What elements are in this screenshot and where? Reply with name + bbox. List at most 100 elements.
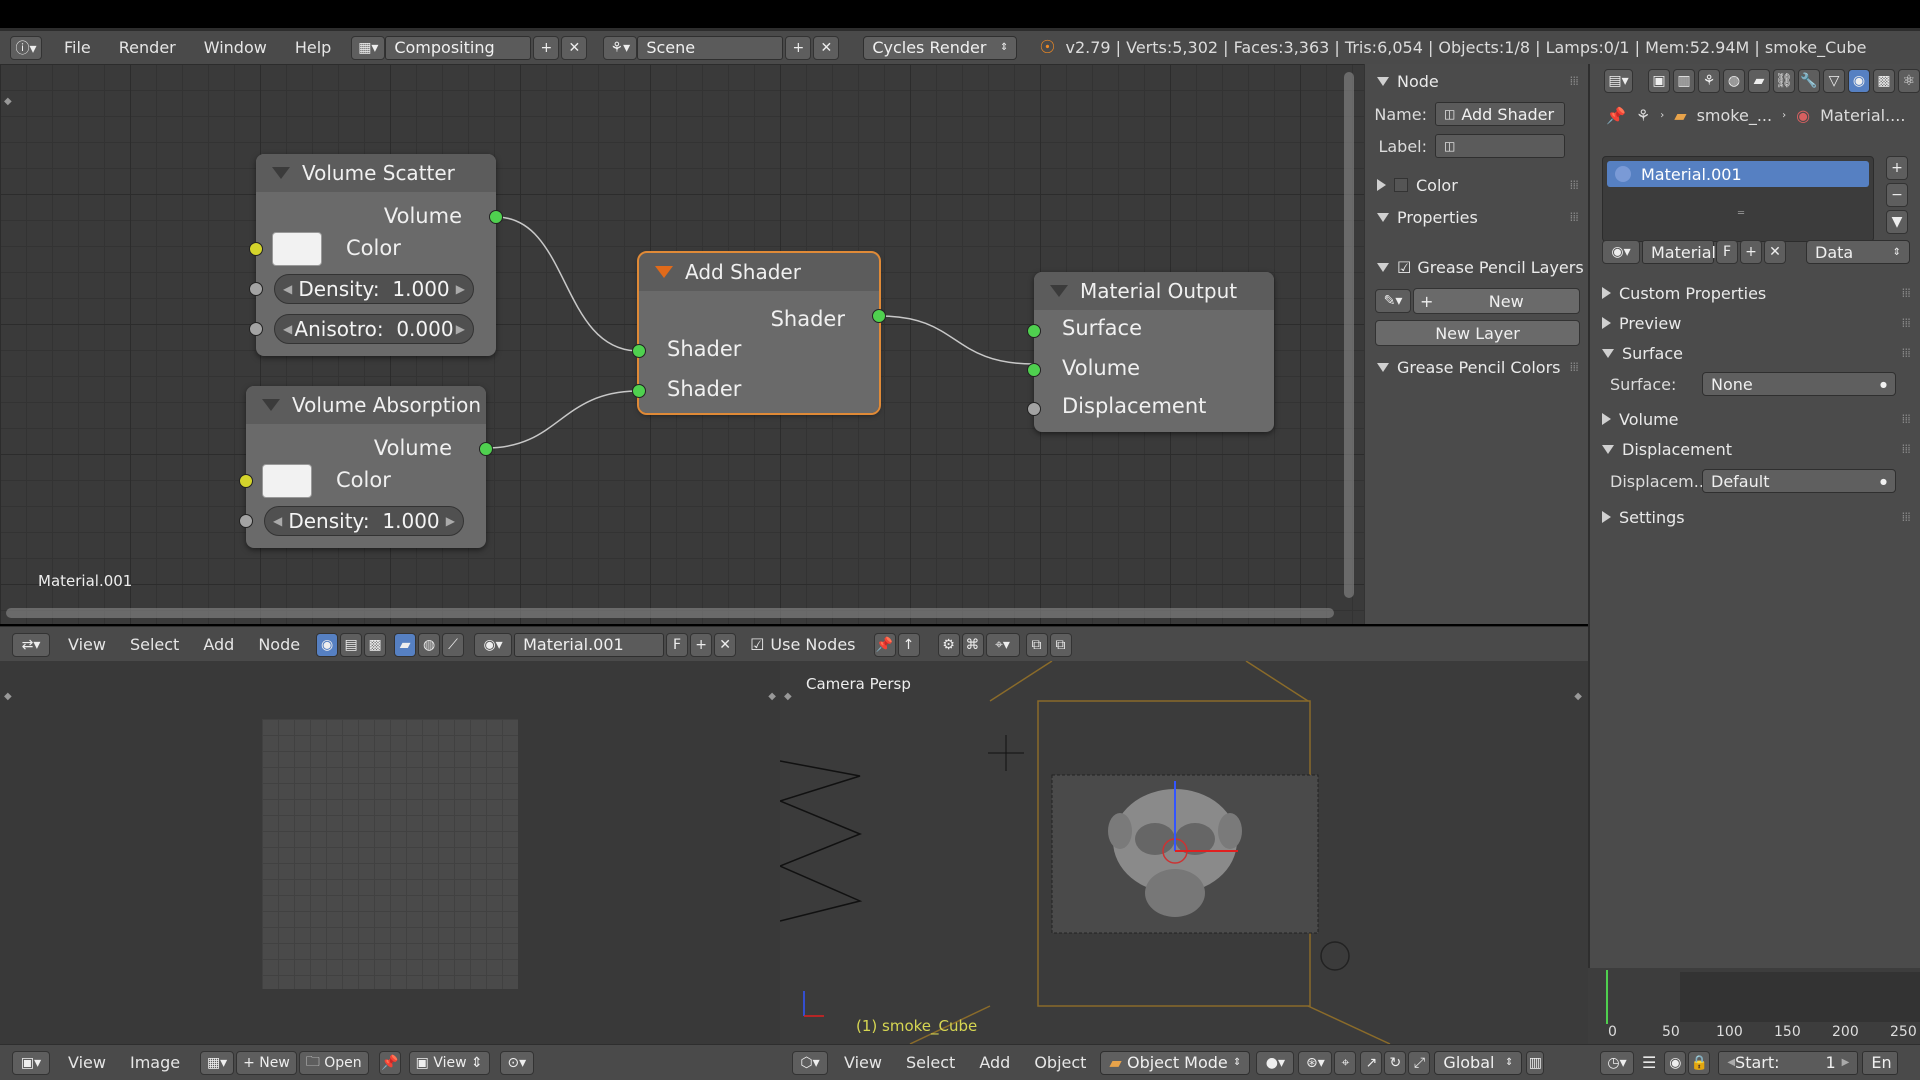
snap-icon[interactable]: ⌖▾ — [985, 632, 1020, 657]
panel-settings[interactable]: Settings ⁞⁞⁞ — [1590, 504, 1920, 530]
panel-grease-colors-header[interactable]: Grease Pencil Colors ⁞⁞⁞ — [1365, 354, 1588, 380]
shading-icon[interactable]: ●▾ — [1256, 1050, 1295, 1075]
corner-widget-icon[interactable]: ◆ — [4, 691, 12, 702]
material-browse-icon[interactable]: ◉▾ — [1602, 240, 1640, 264]
density-slider[interactable]: ◀ Density: 1.000 ▶ — [264, 506, 464, 536]
input-socket-color[interactable] — [249, 242, 263, 256]
horizontal-scrollbar[interactable] — [6, 608, 1334, 618]
panel-displacement[interactable]: Displacement ⁞⁞⁞ — [1590, 436, 1920, 462]
collapse-triangle-icon[interactable] — [1050, 285, 1068, 297]
menu-render[interactable]: Render — [105, 38, 190, 57]
editor-type-icon[interactable]: ⇄▾ — [12, 632, 50, 657]
start-frame-field[interactable]: ◀ Start: 1 ▶ — [1718, 1050, 1859, 1075]
decrement-arrow-icon[interactable]: ◀ — [283, 282, 292, 296]
decrement-arrow-icon[interactable]: ◀ — [1727, 1057, 1735, 1068]
grease-new-button[interactable]: + New — [1413, 288, 1580, 314]
increment-arrow-icon[interactable]: ▶ — [456, 282, 465, 296]
menu-image[interactable]: Image — [118, 1053, 192, 1072]
node-header[interactable]: Material Output — [1034, 272, 1274, 310]
panel-grease-layers-header[interactable]: ☑ Grease Pencil Layers — [1365, 254, 1588, 280]
material-add-icon[interactable]: + — [1740, 240, 1762, 264]
decrement-arrow-icon[interactable]: ◀ — [273, 514, 282, 528]
data-tab-icon[interactable]: ▽ — [1823, 69, 1845, 93]
displacement-dropdown[interactable]: Default ● — [1702, 469, 1896, 493]
editor-type-icon[interactable]: ▤▾ — [1604, 69, 1633, 93]
texture-tab-icon[interactable]: ▩ — [1873, 69, 1895, 93]
world-tab-icon[interactable]: ◍ — [1723, 69, 1745, 93]
material-browse-icon[interactable]: ◉▾ — [474, 632, 513, 657]
end-frame-field[interactable]: En — [1862, 1050, 1899, 1075]
physics-tab-icon[interactable]: ⚛ — [1898, 69, 1920, 93]
material-slots-list[interactable]: Material.001 ═ — [1602, 156, 1874, 242]
input-socket-anisotropy[interactable] — [249, 322, 263, 336]
decrement-arrow-icon[interactable]: ◀ — [283, 322, 292, 336]
object-tab-icon[interactable]: ▰ — [1748, 69, 1770, 93]
editor-type-icon[interactable]: ▣▾ — [12, 1050, 50, 1075]
node-material-output[interactable]: Material Output Surface Volume Displacem… — [1027, 272, 1274, 432]
menu-node[interactable]: Node — [246, 635, 312, 654]
menu-window[interactable]: Window — [190, 38, 281, 57]
collapse-triangle-icon[interactable] — [262, 399, 280, 411]
node-name-field[interactable]: ◫ Add Shader — [1435, 102, 1565, 126]
input-socket-displacement[interactable] — [1027, 402, 1041, 416]
drag-handle-icon[interactable]: ⁞⁞⁞ — [1570, 210, 1580, 224]
menu-object[interactable]: Object — [1022, 1053, 1098, 1072]
pivot-icon[interactable]: ⊙▾ — [499, 1050, 534, 1075]
image-editor[interactable]: ◆ ◆ — [0, 661, 780, 1044]
collapse-triangle-icon[interactable] — [655, 266, 673, 278]
drag-handle-icon[interactable]: ⁞⁞⁞ — [1570, 178, 1580, 192]
menu-view[interactable]: View — [832, 1053, 894, 1072]
breadcrumb-object[interactable]: smoke_... — [1697, 106, 1773, 125]
image-browse-icon[interactable]: ▦▾ — [200, 1050, 235, 1075]
scale-manipulator-icon[interactable]: ⤢ — [1408, 1050, 1431, 1075]
layout-browse-icon[interactable]: ▦▾ — [351, 35, 386, 60]
scene-add-icon[interactable]: + — [785, 35, 812, 60]
drag-handle-icon[interactable]: ⁞⁞⁞ — [1902, 286, 1912, 300]
vertical-scrollbar[interactable] — [1344, 72, 1354, 598]
fake-user-button[interactable]: F — [666, 632, 689, 657]
drag-handle-icon[interactable]: ⁞⁞⁞ — [1902, 346, 1912, 360]
fake-user-button[interactable]: F — [1716, 240, 1738, 264]
input-socket-shader-1[interactable] — [632, 344, 646, 358]
orientation-dropdown[interactable]: Global ⇕ — [1434, 1050, 1523, 1075]
output-socket-shader[interactable] — [872, 309, 886, 323]
collapse-triangle-icon[interactable] — [272, 167, 290, 179]
corner-widget-icon[interactable]: ◆ — [784, 691, 792, 702]
panel-color-header[interactable]: Color ⁞⁞⁞ — [1365, 172, 1588, 198]
link-data-dropdown[interactable]: Data ⇕ — [1806, 240, 1910, 264]
increment-arrow-icon[interactable]: ▶ — [446, 514, 455, 528]
slot-specials-icon[interactable]: ▼ — [1886, 210, 1908, 234]
paste-nodes-icon[interactable]: ⧉ — [1049, 632, 1072, 657]
scene-browse-icon[interactable]: ⚘▾ — [603, 35, 638, 60]
drag-handle-icon[interactable]: ⁞⁞⁞ — [1902, 510, 1912, 524]
corner-widget-icon[interactable]: ◆ — [1574, 691, 1582, 702]
material-unlink-icon[interactable]: ✕ — [1764, 240, 1786, 264]
remove-slot-icon[interactable]: − — [1886, 183, 1908, 207]
translate-manipulator-icon[interactable]: ↗ — [1360, 1050, 1383, 1075]
info-editor-type-button[interactable]: ⓘ▾ — [10, 35, 42, 60]
open-image-button[interactable]: 🗀 Open — [298, 1050, 369, 1075]
drag-handle-icon[interactable]: ⁞⁞⁞ — [1902, 442, 1912, 456]
render-layers-tab-icon[interactable]: ▥ — [1673, 69, 1695, 93]
drag-handle-icon[interactable]: ⁞⁞⁞ — [1902, 316, 1912, 330]
panel-volume[interactable]: Volume ⁞⁞⁞ — [1590, 406, 1920, 432]
grease-layers-checkbox[interactable]: ☑ — [1397, 258, 1411, 277]
parent-node-icon[interactable]: ↑ — [897, 632, 920, 657]
material-unlink-icon[interactable]: ✕ — [714, 632, 737, 657]
menu-file[interactable]: File — [50, 38, 105, 57]
node-label-field[interactable]: ◫ — [1435, 134, 1565, 158]
add-slot-icon[interactable]: + — [1886, 156, 1908, 180]
node-volume-absorption[interactable]: Volume Absorption Volume Color ◀ Density… — [239, 386, 493, 548]
pin-icon[interactable]: 📌 — [378, 1050, 401, 1075]
3d-viewport[interactable]: Camera Persp ◆ ◆ (1) smoke_Cube — [780, 661, 1588, 1044]
view-mode-dropdown[interactable]: ▣ View ⇕ — [408, 1050, 490, 1075]
panel-surface[interactable]: Surface ⁞⁞⁞ — [1590, 340, 1920, 366]
keying-icon[interactable]: ◉ — [1664, 1050, 1687, 1075]
current-frame-marker[interactable] — [1606, 970, 1608, 1024]
copy-nodes-icon[interactable]: ⧉ — [1025, 632, 1048, 657]
node-header[interactable]: Add Shader — [639, 253, 879, 291]
output-socket-volume[interactable] — [479, 442, 493, 456]
shader-nodes-icon[interactable]: ◉ — [316, 632, 339, 657]
density-slider[interactable]: ◀ Density: 1.000 ▶ — [274, 274, 474, 304]
menu-select[interactable]: Select — [118, 635, 191, 654]
